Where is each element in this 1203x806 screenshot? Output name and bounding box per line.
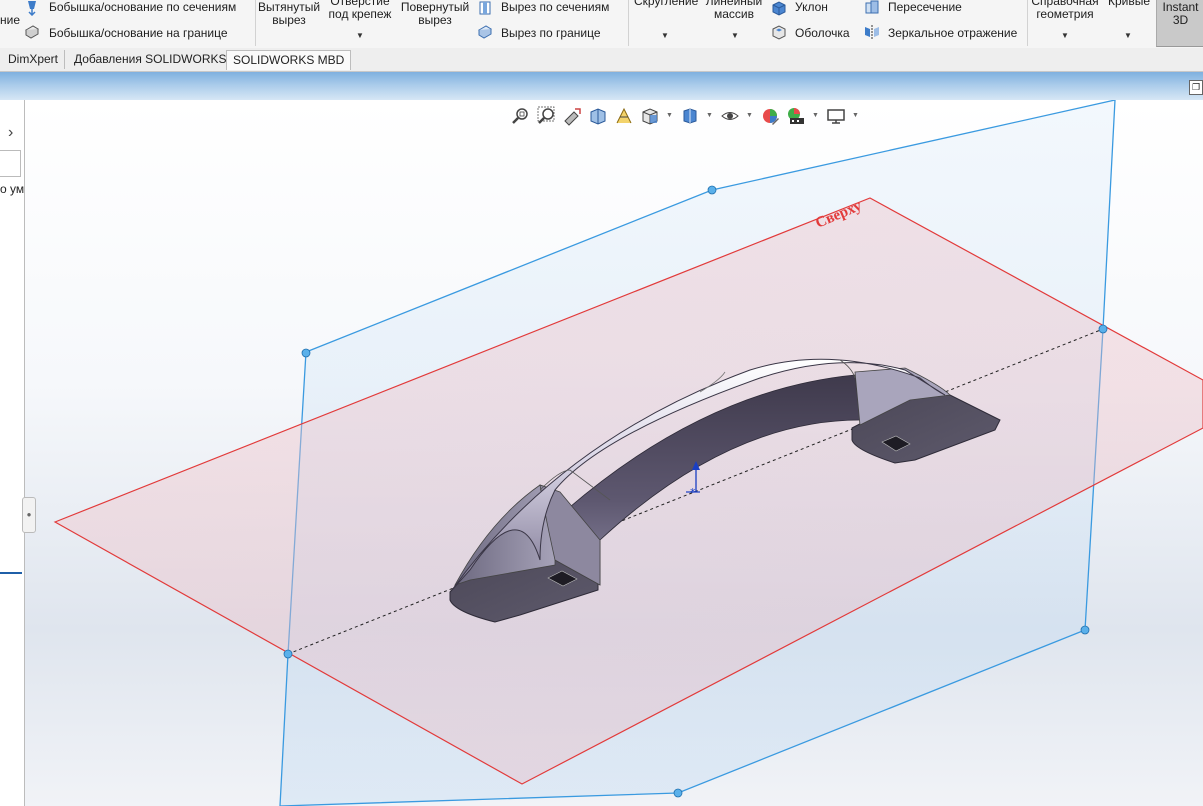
reference-geometry-dropdown-icon[interactable]: ▼ [1061,31,1069,40]
tab-dimxpert[interactable]: DimXpert [2,50,66,69]
revolved-cut-label-2: вырез [418,13,452,27]
section-view-icon[interactable] [588,106,608,126]
reference-geometry-button[interactable]: Справочная геометрия [1030,0,1100,21]
intersect-button[interactable]: Пересечение [888,1,962,14]
apply-scene-icon[interactable] [786,106,806,126]
graphics-area[interactable]: Сверху * [0,100,1203,806]
instant3d-label-2: 3D [1172,13,1189,27]
boundary-boss-button[interactable]: Бобышка/основание на границе [49,27,228,40]
revolved-cut-button[interactable]: Повернутый вырез [400,1,470,27]
plane-handle[interactable] [1098,324,1108,334]
hole-wizard-button[interactable]: Отверстие под крепеж [324,0,396,21]
draft-button[interactable]: Уклон [795,1,828,14]
lofted-cut-button[interactable]: Вырез по сечениям [501,1,609,14]
origin-marker-icon: * [690,486,696,499]
hole-wizard-dropdown-icon[interactable]: ▼ [356,31,364,40]
previous-view-icon[interactable] [562,106,582,126]
restore-window-icon[interactable]: ❐ [1189,80,1203,95]
reference-geometry-label-2: геометрия [1036,7,1094,21]
fillet-button[interactable]: Скругление [634,0,698,8]
mirror-icon [865,25,879,39]
instant3d-button[interactable]: Instant 3D [1156,0,1203,47]
display-style-dropdown-icon[interactable]: ▼ [706,112,713,119]
command-manager-tabs: DimXpert Добавления SOLIDWORKS SOLIDWORK… [0,48,1203,72]
dynamic-annotation-icon[interactable] [614,106,634,126]
viewport-title-bar: ❐ [0,72,1203,100]
intersect-icon [865,0,879,14]
loft-boss-button[interactable]: Бобышка/основание по сечениям [49,1,236,14]
model-scene[interactable]: Сверху * [0,100,1203,806]
loft-boss-icon [28,1,36,16]
linear-pattern-dropdown-icon[interactable]: ▼ [731,31,739,40]
display-style-icon[interactable] [680,106,700,126]
panel-resize-handle[interactable]: ● [22,497,36,533]
boundary-cut-button[interactable]: Вырез по границе [501,27,601,40]
hole-wizard-label-2: под крепеж [328,7,392,21]
shell-icon [772,25,786,40]
hide-show-dropdown-icon[interactable]: ▼ [746,112,753,119]
tab-solidworks-addins[interactable]: Добавления SOLIDWORKS [68,50,234,69]
boundary-boss-icon [25,25,39,39]
zoom-to-fit-icon[interactable] [510,106,530,126]
edit-appearance-icon[interactable] [760,106,780,126]
tab-solidworks-mbd[interactable]: SOLIDWORKS MBD [226,50,352,70]
panel-filter-field[interactable] [0,150,21,177]
hide-show-items-icon[interactable] [720,106,740,126]
zoom-to-area-icon[interactable] [536,106,556,126]
view-settings-dropdown-icon[interactable]: ▼ [852,112,859,119]
boundary-cut-icon [478,25,492,39]
curves-dropdown-icon[interactable]: ▼ [1124,31,1132,40]
plane-handle[interactable] [301,348,311,358]
plane-handle[interactable] [673,788,683,798]
truncated-command-label[interactable]: ние [0,14,20,27]
fillet-dropdown-icon[interactable]: ▼ [661,31,669,40]
command-manager-ribbon: ние Бобышка/основание по сечениям Бобышк… [0,0,1203,49]
chevron-right-icon[interactable]: › [8,124,13,142]
curves-button[interactable]: Кривые [1108,0,1150,8]
mirror-button[interactable]: Зеркальное отражение [888,27,1017,40]
draft-icon [772,1,786,16]
panel-divider [0,572,22,574]
plane-handle[interactable] [283,649,293,659]
panel-truncated-text: о ум [0,182,25,196]
feature-manager-panel: › о ум [0,100,25,806]
view-orientation-dropdown-icon[interactable]: ▼ [666,112,673,119]
plane-handle[interactable] [707,185,717,195]
linear-pattern-button[interactable]: Линейный массив [703,0,765,21]
view-orientation-icon[interactable] [640,106,660,126]
plane-handle[interactable] [1080,625,1090,635]
linear-pattern-label-2: массив [713,7,754,21]
view-settings-icon[interactable] [826,106,846,126]
lofted-cut-icon [479,1,491,15]
extruded-cut-label-2: вырез [272,13,306,27]
apply-scene-dropdown-icon[interactable]: ▼ [812,112,819,119]
extruded-cut-button[interactable]: Вытянутый вырез [258,1,320,27]
shell-button[interactable]: Оболочка [795,27,850,40]
